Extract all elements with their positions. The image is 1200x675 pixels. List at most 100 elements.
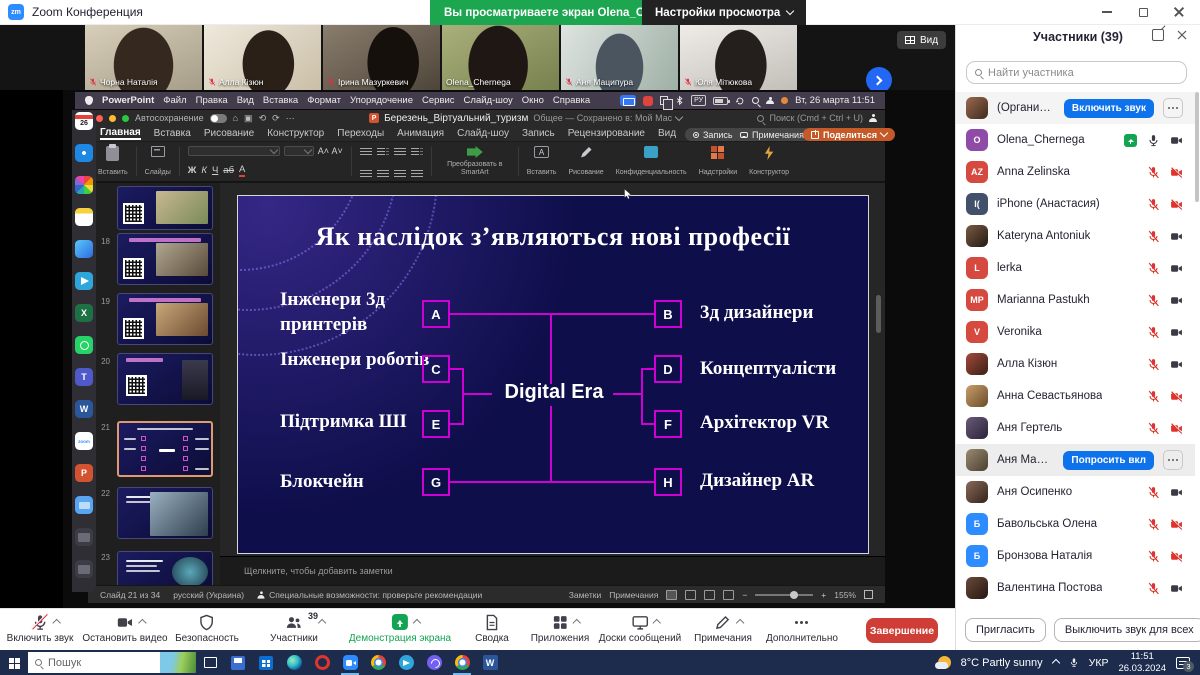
menu-item-arrange[interactable]: Упорядочение bbox=[350, 95, 413, 106]
strikethrough-button[interactable]: аб bbox=[223, 165, 234, 176]
line-spacing-icon[interactable] bbox=[411, 146, 423, 155]
insert-shape-group[interactable]: А Вставить bbox=[521, 145, 563, 178]
reading-view-icon[interactable] bbox=[704, 590, 715, 600]
indent-icon[interactable] bbox=[394, 146, 406, 155]
clock[interactable]: 11:51 26.03.2024 bbox=[1118, 651, 1166, 674]
user-switch-icon[interactable] bbox=[766, 97, 774, 105]
weather-text[interactable]: 8°C Partly sunny bbox=[961, 657, 1043, 669]
notes-dock-icon[interactable] bbox=[75, 208, 93, 226]
microsoft-store-icon[interactable] bbox=[252, 650, 280, 675]
slides-group[interactable]: Слайды bbox=[139, 145, 177, 178]
participant-row[interactable]: L lerka bbox=[956, 252, 1195, 284]
hidden-icons-chevron[interactable] bbox=[1051, 658, 1059, 666]
close-panel-icon[interactable] bbox=[1176, 29, 1188, 41]
menu-item-format[interactable]: Формат bbox=[307, 95, 341, 106]
participant-row[interactable]: O Olena_Chernega bbox=[956, 124, 1195, 156]
font-size-dropdown[interactable] bbox=[284, 146, 314, 156]
video-tile[interactable]: Алла Кізюн bbox=[204, 25, 321, 90]
participants-scrollbar[interactable] bbox=[1195, 92, 1199, 202]
bold-button[interactable]: Ж bbox=[188, 165, 197, 176]
excel-dock-icon[interactable]: X bbox=[75, 304, 93, 322]
ask-to-unmute-button[interactable]: Попросить вкл bbox=[1063, 451, 1154, 470]
slide-sorter-view-icon[interactable] bbox=[685, 590, 696, 600]
mac-zoom-button[interactable] bbox=[122, 115, 129, 122]
slide-thumbnail-18[interactable] bbox=[117, 233, 213, 285]
accessibility-status[interactable]: Специальные возможности: проверьте реком… bbox=[269, 590, 482, 600]
slide-thumbnail-21-selected[interactable] bbox=[117, 421, 213, 477]
taskbar-search-input[interactable]: Пошук bbox=[28, 652, 196, 673]
whiteboards-button[interactable]: Доски сообщений bbox=[599, 613, 682, 644]
notes-pane[interactable]: Щелкните, чтобы добавить заметки bbox=[220, 556, 885, 585]
security-button[interactable]: Безопасность bbox=[175, 613, 239, 644]
home-icon[interactable]: ⌂ bbox=[233, 113, 238, 123]
chevron-up-icon[interactable] bbox=[413, 619, 421, 627]
document-search-field[interactable]: Поиск (Cmd + Ctrl + U) bbox=[770, 113, 863, 123]
chevron-up-icon[interactable] bbox=[318, 619, 326, 627]
more-commands-icon[interactable]: ⋯ bbox=[286, 113, 295, 124]
align-left-icon[interactable] bbox=[360, 168, 372, 177]
mac-minimize-button[interactable] bbox=[109, 115, 116, 122]
chevron-up-icon[interactable] bbox=[653, 619, 661, 627]
slideshow-view-icon[interactable] bbox=[723, 590, 734, 600]
task-view-button[interactable] bbox=[196, 650, 224, 675]
menu-item-window[interactable]: Окно bbox=[522, 95, 544, 106]
align-center-icon[interactable] bbox=[377, 168, 389, 177]
slide-thumbnail-23[interactable] bbox=[117, 551, 213, 585]
underline-button[interactable]: Ч bbox=[212, 165, 218, 176]
photos-dock-icon[interactable] bbox=[75, 176, 93, 194]
menu-app-name[interactable]: PowerPoint bbox=[102, 95, 154, 106]
participant-row[interactable]: Kateryna Antoniuk bbox=[956, 220, 1195, 252]
tab-slideshow[interactable]: Слайд-шоу bbox=[457, 128, 509, 139]
video-tile-active-speaker[interactable]: Olena_Chernega bbox=[442, 25, 559, 90]
draw-group[interactable]: Рисование bbox=[562, 145, 609, 178]
slide-thumbnail-20[interactable] bbox=[117, 353, 213, 405]
participant-row[interactable]: Алла Кізюн bbox=[956, 348, 1195, 380]
canvas-scrollbar[interactable] bbox=[876, 295, 881, 333]
designer-group[interactable]: Конструктор bbox=[743, 145, 795, 178]
clipboard-icon[interactable] bbox=[660, 96, 668, 105]
participant-row[interactable]: Валентина Постова bbox=[956, 572, 1195, 604]
redo-icon[interactable]: ⟳ bbox=[272, 113, 280, 124]
menubar-clock[interactable]: Вт, 26 марта 11:51 bbox=[795, 95, 875, 106]
chevron-up-icon[interactable] bbox=[138, 619, 146, 627]
word-taskbar-icon[interactable]: W bbox=[476, 650, 504, 675]
mail-dock-icon[interactable] bbox=[75, 240, 93, 258]
bluetooth-icon[interactable] bbox=[675, 95, 684, 106]
file-app-icon[interactable] bbox=[224, 650, 252, 675]
tab-transitions[interactable]: Переходы bbox=[337, 128, 384, 139]
addins-group[interactable]: Надстройки bbox=[693, 145, 743, 178]
viber-icon[interactable] bbox=[420, 650, 448, 675]
zoom-percentage[interactable]: 155% bbox=[834, 590, 856, 600]
justify-icon[interactable] bbox=[411, 168, 423, 177]
language-indicator[interactable]: русский (Украина) bbox=[173, 590, 244, 600]
tab-design[interactable]: Конструктор bbox=[267, 128, 324, 139]
participants-search-input[interactable]: Найти участника bbox=[966, 61, 1187, 84]
minimize-button[interactable] bbox=[1100, 5, 1114, 19]
end-meeting-button[interactable]: Завершение bbox=[866, 618, 938, 643]
autosave-toggle[interactable] bbox=[210, 114, 227, 123]
slide-canvas[interactable]: Як наслідок з’являються нові професії Ін… bbox=[220, 183, 885, 556]
video-tile[interactable]: Юля Мітюкова bbox=[680, 25, 797, 90]
sync-icon[interactable] bbox=[735, 96, 745, 106]
video-tile[interactable]: Чорна Наталія bbox=[85, 25, 202, 90]
share-user-icon[interactable] bbox=[869, 114, 877, 122]
zoom-out-icon[interactable]: − bbox=[742, 590, 747, 600]
participants-button[interactable]: 39 Участники bbox=[270, 613, 318, 644]
tray-mic-icon[interactable] bbox=[1069, 656, 1079, 669]
participant-row-self[interactable]: (Организатор, я) Включить звук bbox=[956, 92, 1195, 124]
current-slide[interactable]: Як наслідок з’являються нові професії Ін… bbox=[238, 196, 868, 553]
view-layout-button[interactable]: Вид bbox=[897, 31, 946, 49]
slide-thumbnail-17[interactable] bbox=[117, 186, 213, 230]
more-options-button[interactable] bbox=[1163, 450, 1183, 470]
share-screen-button[interactable]: Демонстрация экрана bbox=[349, 613, 451, 644]
chrome-profile-icon[interactable] bbox=[448, 650, 476, 675]
normal-view-icon[interactable] bbox=[666, 590, 677, 600]
chevron-up-icon[interactable] bbox=[573, 619, 581, 627]
popout-panel-icon[interactable] bbox=[1152, 29, 1164, 41]
chevron-up-icon[interactable] bbox=[736, 619, 744, 627]
tab-home[interactable]: Главная bbox=[100, 127, 141, 140]
spotlight-search-icon[interactable] bbox=[752, 97, 759, 104]
tab-record[interactable]: Запись bbox=[522, 128, 555, 139]
menu-item-file[interactable]: Файл bbox=[163, 95, 186, 106]
document-title[interactable]: Березень_Віртуальний_туризм bbox=[384, 113, 528, 124]
